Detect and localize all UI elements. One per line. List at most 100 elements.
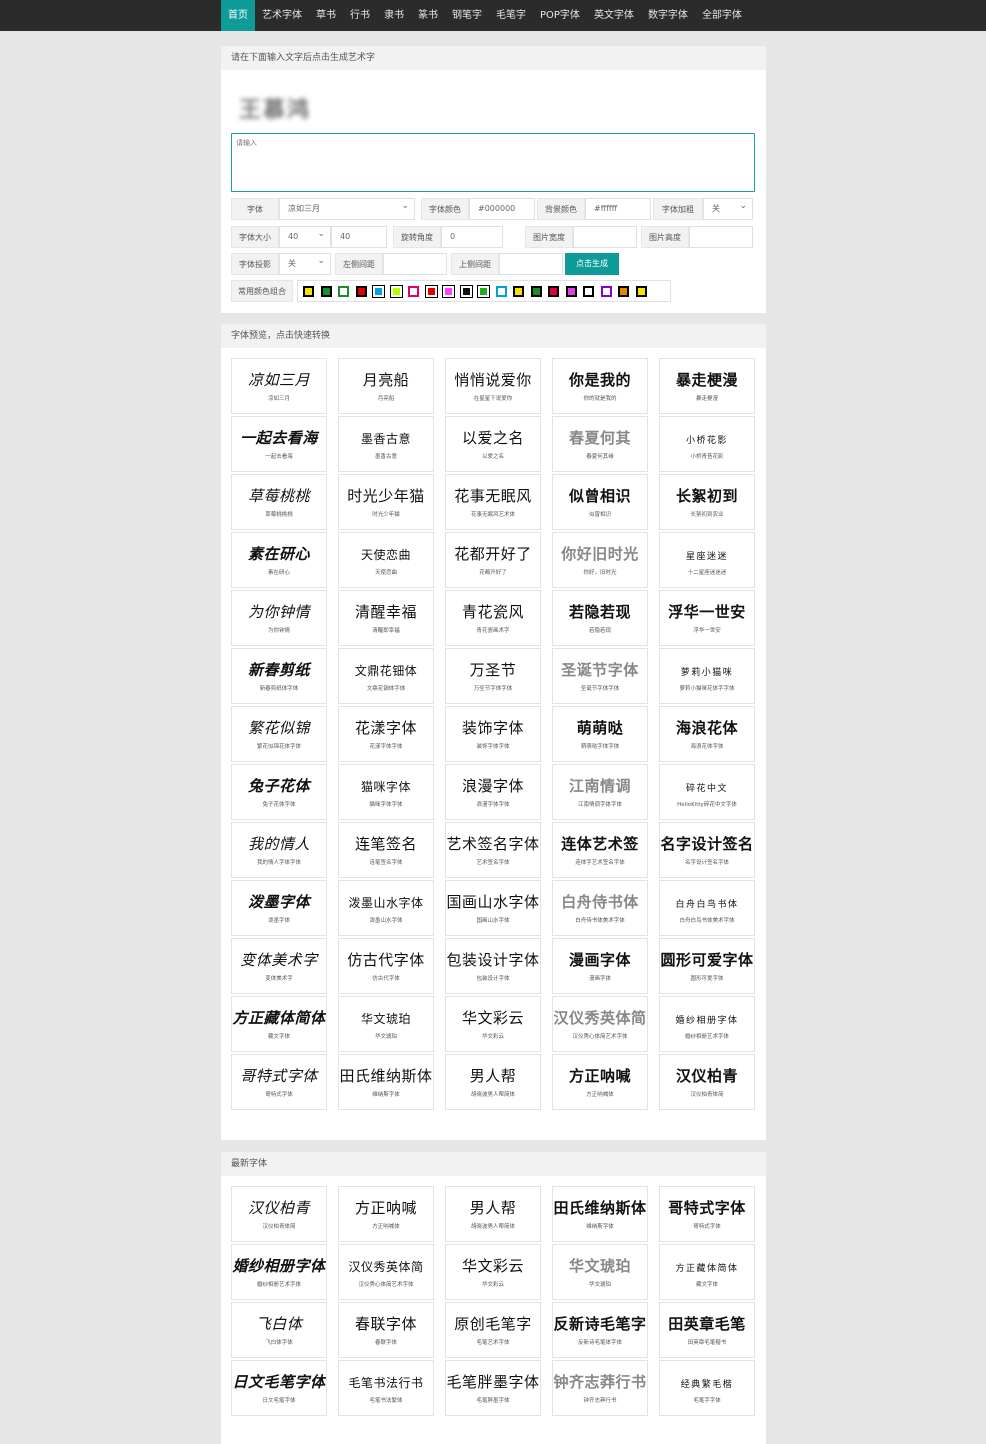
font-card[interactable]: 田氏维纳斯体 维纳斯字体	[338, 1054, 434, 1110]
nav-item[interactable]: 隶书	[377, 0, 411, 31]
color-swatch[interactable]	[389, 284, 403, 298]
font-card[interactable]: 凉如三月 凉如三月	[231, 358, 327, 414]
nav-item[interactable]: 英文字体	[587, 0, 641, 31]
font-card[interactable]: 萝莉小猫咪 萝莉小猫咪花体字字体	[659, 648, 755, 704]
font-card[interactable]: 白舟侍书体 白舟侍书体美术字体	[552, 880, 648, 936]
font-card[interactable]: 华文彩云 华文彩云	[445, 996, 541, 1052]
font-color-input[interactable]: #000000	[469, 198, 535, 220]
font-card[interactable]: 草莓桃桃 草莓桃桃桃	[231, 474, 327, 530]
font-card[interactable]: 方正呐喊 方正呐喊体	[552, 1054, 648, 1110]
font-card[interactable]: 婚纱相册字体 婚纱相册艺术字体	[231, 1244, 327, 1300]
font-card[interactable]: 变体美术字 变体美术字	[231, 938, 327, 994]
font-card[interactable]: 汉仪秀英体简 汉仪秀心体简艺术字体	[338, 1244, 434, 1300]
nav-item[interactable]: 艺术字体	[255, 0, 309, 31]
color-swatch[interactable]	[320, 285, 332, 297]
font-card[interactable]: 田英章毛笔 田英章毛笔楷书	[659, 1302, 755, 1358]
font-card[interactable]: 装饰字体 装饰字体字体	[445, 706, 541, 762]
font-select[interactable]: 凉如三月	[279, 196, 415, 220]
nav-item[interactable]: 行书	[343, 0, 377, 31]
font-card[interactable]: 清醒幸福 清醒即幸福	[338, 590, 434, 646]
font-card[interactable]: 哥特式字体 哥特式字体	[231, 1054, 327, 1110]
color-swatch[interactable]	[495, 285, 507, 297]
text-input[interactable]	[231, 133, 755, 192]
font-card[interactable]: 青花瓷风 青花瓷画术字	[445, 590, 541, 646]
font-card[interactable]: 浪漫字体 浪漫字体字体	[445, 764, 541, 820]
font-card[interactable]: 田氏维纳斯体 维纳斯字体	[552, 1186, 648, 1242]
color-swatch[interactable]	[565, 285, 577, 297]
font-card[interactable]: 花漾字体 花漾字体字体	[338, 706, 434, 762]
color-swatch[interactable]	[424, 284, 438, 298]
nav-item[interactable]: 钢笔字	[445, 0, 489, 31]
font-card[interactable]: 圣诞节字体 圣诞节字体字体	[552, 648, 648, 704]
font-card[interactable]: 时光少年猫 时光少年猫	[338, 474, 434, 530]
font-card[interactable]: 月亮船 月亮船	[338, 358, 434, 414]
font-card[interactable]: 男人帮 胡晓波男人帮简体	[445, 1186, 541, 1242]
font-card[interactable]: 素在研心 素在研心	[231, 532, 327, 588]
font-card[interactable]: 方正藏体简体 藏文字体	[659, 1244, 755, 1300]
nav-item[interactable]: 草书	[309, 0, 343, 31]
font-card[interactable]: 星座迷迷 十二星座迷迷迷	[659, 532, 755, 588]
nav-item[interactable]: 篆书	[411, 0, 445, 31]
font-card[interactable]: 以爱之名 以爱之名	[445, 416, 541, 472]
color-swatch[interactable]	[442, 284, 455, 298]
font-card[interactable]: 若隐若现 若隐若现	[552, 590, 648, 646]
color-swatch[interactable]	[618, 285, 629, 297]
font-card[interactable]: 兔子花体 兔子花体字体	[231, 764, 327, 820]
font-card[interactable]: 萌萌哒 萌萌哒字体字体	[552, 706, 648, 762]
font-card[interactable]: 国画山水字体 国画山水字体	[445, 880, 541, 936]
size-input[interactable]: 40	[331, 226, 387, 248]
font-card[interactable]: 钟齐志莽行书 钟齐志莽行书	[552, 1360, 648, 1416]
font-card[interactable]: 我的情人 我的情人字体字体	[231, 822, 327, 878]
font-card[interactable]: 天使恋曲 天使恋曲	[338, 532, 434, 588]
font-card[interactable]: 春联字体 春联字体	[338, 1302, 434, 1358]
size-select[interactable]: 40	[279, 224, 331, 248]
bg-color-input[interactable]: #ffffff	[585, 198, 651, 220]
font-card[interactable]: 汉仪柏青 汉仪柏青体简	[659, 1054, 755, 1110]
color-swatch[interactable]	[408, 285, 419, 297]
font-card[interactable]: 华文琥珀 华文琥珀	[552, 1244, 648, 1300]
font-card[interactable]: 仿古代字体 仿古代字体	[338, 938, 434, 994]
font-card[interactable]: 为你钟情 为你钟情	[231, 590, 327, 646]
font-card[interactable]: 连体艺术签 连体字艺术签名字体	[552, 822, 648, 878]
font-card[interactable]: 飞白体 飞白体字体	[231, 1302, 327, 1358]
font-card[interactable]: 长絮初到 长絮初到农业	[659, 474, 755, 530]
font-card[interactable]: 华文彩云 华文彩云	[445, 1244, 541, 1300]
font-card[interactable]: 漫画字体 漫画字体	[552, 938, 648, 994]
font-card[interactable]: 毛笔胖墨字体 毛笔胖墨字体	[445, 1360, 541, 1416]
img-height-input[interactable]	[689, 226, 753, 248]
font-card[interactable]: 似曾相识 似曾相识	[552, 474, 648, 530]
color-swatch[interactable]	[303, 285, 314, 297]
font-card[interactable]: 浮华一世安 浮华一世安	[659, 590, 755, 646]
font-card[interactable]: 你是我的 你的就是我的	[552, 358, 648, 414]
top-spacing-input[interactable]	[499, 253, 563, 275]
font-card[interactable]: 泼墨山水字体 泼墨山水字体	[338, 880, 434, 936]
left-spacing-input[interactable]	[383, 253, 447, 275]
font-card[interactable]: 猫咪字体 猫咪字体字体	[338, 764, 434, 820]
font-card[interactable]: 经典繁毛楷 毛笔字字体	[659, 1360, 755, 1416]
font-card[interactable]: 花都开好了 花都开好了	[445, 532, 541, 588]
font-card[interactable]: 江南情调 江南情调字体字体	[552, 764, 648, 820]
font-card[interactable]: 连笔签名 连笔签名字体	[338, 822, 434, 878]
font-card[interactable]: 春夏何其 春夏何其缘	[552, 416, 648, 472]
rotation-input[interactable]: 0	[441, 226, 503, 248]
color-swatch[interactable]	[635, 285, 647, 297]
font-card[interactable]: 男人帮 胡晓波男人帮简体	[445, 1054, 541, 1110]
color-swatch[interactable]	[600, 285, 612, 297]
font-card[interactable]: 华文琥珀 华文琥珀	[338, 996, 434, 1052]
color-swatch[interactable]	[583, 285, 594, 297]
font-card[interactable]: 文鼎花钿体 文鼎花钿体字体	[338, 648, 434, 704]
font-card[interactable]: 花事无眠风 花事无眠风艺术体	[445, 474, 541, 530]
font-card[interactable]: 悄悄说爱你 在星星下说爱你	[445, 358, 541, 414]
font-card[interactable]: 反新诗毛笔字 反新诗毛笔体字体	[552, 1302, 648, 1358]
font-card[interactable]: 方正藏体简体 藏文字体	[231, 996, 327, 1052]
font-card[interactable]: 你好旧时光 你好，旧时光	[552, 532, 648, 588]
font-card[interactable]: 毛笔书法行书 毛笔书法繁体	[338, 1360, 434, 1416]
font-card[interactable]: 一起去看海 一起去看海	[231, 416, 327, 472]
font-card[interactable]: 暴走梗漫 暴走梗漫	[659, 358, 755, 414]
nav-item[interactable]: 毛笔字	[489, 0, 533, 31]
color-swatch[interactable]	[513, 285, 524, 297]
font-card[interactable]: 原创毛笔字 毛笔艺术字体	[445, 1302, 541, 1358]
font-card[interactable]: 新春剪纸 新春剪纸体字体	[231, 648, 327, 704]
font-card[interactable]: 婚纱相册字体 婚纱相册艺术字体	[659, 996, 755, 1052]
color-swatch[interactable]	[530, 285, 542, 297]
